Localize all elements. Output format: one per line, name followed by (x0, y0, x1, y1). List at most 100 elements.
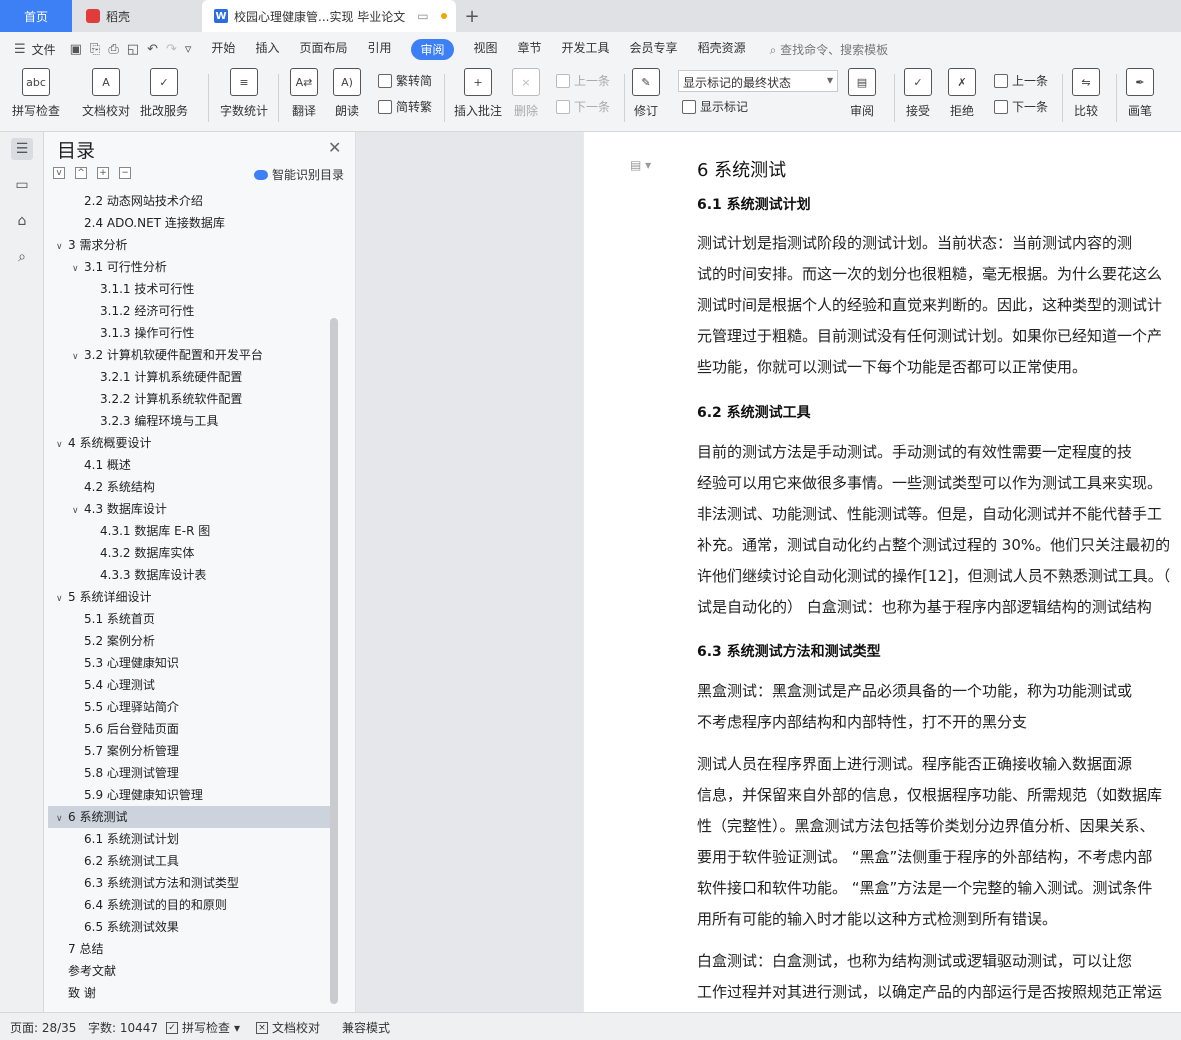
toc-item[interactable]: 5.7 案例分析管理 (48, 740, 330, 762)
menu-tab-4[interactable]: 审阅 (411, 38, 454, 60)
batch-service-button[interactable]: ✓ 批改服务 (140, 68, 188, 119)
add-icon[interactable]: + (97, 167, 109, 179)
revise-button[interactable]: ✎ 修订 (632, 68, 660, 119)
toc-item[interactable]: 5.4 心理测试 (48, 674, 330, 696)
toc-item[interactable]: 3.1.3 操作可行性 (48, 322, 330, 344)
menu-tab-5[interactable]: 视图 (474, 39, 498, 60)
remove-icon[interactable]: − (119, 167, 131, 179)
simp-to-trad-button[interactable]: 简转繁 (378, 98, 432, 115)
doccheck-button[interactable]: A 文档校对 (82, 68, 130, 119)
review-pane-button[interactable]: ▤ 审阅 (848, 68, 876, 119)
delete-comment-button[interactable]: × 删除 (512, 68, 540, 119)
redo-icon[interactable]: ↷ (166, 42, 177, 57)
prev-change-button[interactable]: 上一条 (994, 72, 1048, 89)
toc-item[interactable]: 5.2 案例分析 (48, 630, 330, 652)
status-spellcheck[interactable]: ✓ 拼写检查 ▾ (166, 1019, 240, 1036)
chevron-down-icon[interactable]: ∨ (56, 808, 68, 830)
toc-item[interactable]: ∨ 3.1 可行性分析 (48, 256, 330, 278)
toc-item[interactable]: 4.2 系统结构 (48, 476, 330, 498)
undo-icon[interactable]: ↶ (147, 42, 158, 57)
toc-item[interactable]: ∨ 6 系统测试 (48, 806, 330, 828)
menu-tab-1[interactable]: 插入 (255, 39, 279, 60)
menu-file[interactable]: 文件 (32, 41, 56, 58)
toc-item[interactable]: 6.3 系统测试方法和测试类型 (48, 872, 330, 894)
toc-item[interactable]: 6.1 系统测试计划 (48, 828, 330, 850)
smart-toc-button[interactable]: 智能识别目录 (254, 166, 344, 183)
accept-button[interactable]: ✓ 接受 (904, 68, 932, 119)
toc-item[interactable]: 5.6 后台登陆页面 (48, 718, 330, 740)
preview-icon[interactable]: ◱ (127, 42, 139, 57)
toc-item[interactable]: 5.3 心理健康知识 (48, 652, 330, 674)
menu-tab-2[interactable]: 页面布局 (299, 39, 347, 60)
toc-item[interactable]: 3.2.2 计算机系统软件配置 (48, 388, 330, 410)
tab-document[interactable]: W 校园心理健康管...实现 毕业论文 ▭ (202, 0, 456, 32)
expand-icon[interactable]: ^ (75, 167, 87, 179)
insert-comment-button[interactable]: + 插入批注 (454, 68, 502, 119)
menu-tab-6[interactable]: 章节 (518, 39, 542, 60)
toc-item[interactable]: 4.1 概述 (48, 454, 330, 476)
search-icon[interactable]: ⌕ (11, 246, 33, 268)
toc-item[interactable]: 7 总结 (48, 938, 330, 960)
window-icon[interactable]: ▭ (417, 9, 428, 23)
toc-item[interactable]: 6.4 系统测试的目的和原则 (48, 894, 330, 916)
toc-item[interactable]: 3.2.3 编程环境与工具 (48, 410, 330, 432)
trad-to-simp-button[interactable]: 繁转简 (378, 72, 432, 89)
toc-icon[interactable]: ☰ (11, 138, 33, 160)
menu-tab-9[interactable]: 稻壳资源 (698, 39, 746, 60)
toc-item[interactable]: 3.1.1 技术可行性 (48, 278, 330, 300)
toc-scrollbar[interactable] (330, 318, 338, 1004)
toc-item[interactable]: 4.3.3 数据库设计表 (48, 564, 330, 586)
toc-item[interactable]: 4.3.2 数据库实体 (48, 542, 330, 564)
new-tab-button[interactable]: + (462, 0, 482, 32)
word-count[interactable]: 字数: 10447 (88, 1019, 158, 1036)
next-change-button[interactable]: 下一条 (994, 98, 1048, 115)
toc-item[interactable]: ∨ 4.3 数据库设计 (48, 498, 330, 520)
paragraph-menu-icon[interactable]: ▤ ▾ (630, 158, 651, 172)
translate-button[interactable]: A⇄ 翻译 (290, 68, 318, 119)
toc-item[interactable]: ∨ 3.2 计算机软硬件配置和开发平台 (48, 344, 330, 366)
spellcheck-button[interactable]: abc 拼写检查 (12, 68, 60, 119)
hamburger-icon[interactable]: ☰ (14, 42, 26, 57)
toc-item[interactable]: 6.5 系统测试效果 (48, 916, 330, 938)
toc-item[interactable]: 2.2 动态网站技术介绍 (48, 190, 330, 212)
chevron-down-icon[interactable]: ∨ (72, 258, 84, 280)
navigation-icon[interactable]: ▭ (11, 174, 33, 196)
chevron-down-icon[interactable]: ∨ (56, 236, 68, 258)
save-icon[interactable]: ▣ (70, 42, 82, 57)
next-comment-button[interactable]: 下一条 (556, 98, 610, 115)
print-icon[interactable]: ⎙ (108, 42, 118, 57)
tab-home[interactable]: 首页 (0, 0, 72, 32)
chevron-down-icon[interactable]: ∨ (72, 500, 84, 522)
toc-item[interactable]: ∨ 5 系统详细设计 (48, 586, 330, 608)
document-page[interactable]: ▤ ▾ 6 系统测试 6.1 系统测试计划 6.2 系统测试工具 6.3 系统测… (584, 132, 1181, 1012)
toc-item[interactable]: ∨ 4 系统概要设计 (48, 432, 330, 454)
chevron-down-icon[interactable]: ∨ (72, 346, 84, 368)
chevron-down-icon[interactable]: ∨ (56, 434, 68, 456)
chevron-down-icon[interactable]: ∨ (56, 588, 68, 610)
toc-item[interactable]: 5.9 心理健康知识管理 (48, 784, 330, 806)
page-indicator[interactable]: 页面: 28/35 (10, 1019, 76, 1036)
toc-item[interactable]: ∨ 3 需求分析 (48, 234, 330, 256)
status-proofread[interactable]: × 文档校对 (256, 1019, 320, 1036)
toc-item[interactable]: 6.2 系统测试工具 (48, 850, 330, 872)
pen-button[interactable]: ✒ 画笔 (1126, 68, 1154, 119)
toc-item[interactable]: 5.5 心理驿站简介 (48, 696, 330, 718)
wordcount-button[interactable]: ≡ 字数统计 (220, 68, 268, 119)
bookmark-icon[interactable]: ⌂ (11, 210, 33, 232)
read-aloud-button[interactable]: A) 朗读 (333, 68, 361, 119)
reject-button[interactable]: ✗ 拒绝 (948, 68, 976, 119)
toc-item[interactable]: 4.3.1 数据库 E-R 图 (48, 520, 330, 542)
mark-state-select[interactable]: 显示标记的最终状态 (678, 70, 838, 92)
compare-button[interactable]: ⇋ 比较 (1072, 68, 1100, 119)
menu-tab-8[interactable]: 会员专享 (630, 39, 678, 60)
close-icon[interactable]: ✕ (328, 138, 341, 157)
menu-tab-0[interactable]: 开始 (211, 39, 235, 60)
tab-daoke[interactable]: 稻壳 (72, 0, 200, 32)
toc-item[interactable]: 3.2.1 计算机系统硬件配置 (48, 366, 330, 388)
toc-item[interactable]: 2.4 ADO.NET 连接数据库 (48, 212, 330, 234)
toc-item[interactable]: 5.1 系统首页 (48, 608, 330, 630)
menu-tab-7[interactable]: 开发工具 (562, 39, 610, 60)
toc-item[interactable]: 致 谢 (48, 982, 330, 1004)
toc-item[interactable]: 参考文献 (48, 960, 330, 982)
toc-item[interactable]: 5.8 心理测试管理 (48, 762, 330, 784)
